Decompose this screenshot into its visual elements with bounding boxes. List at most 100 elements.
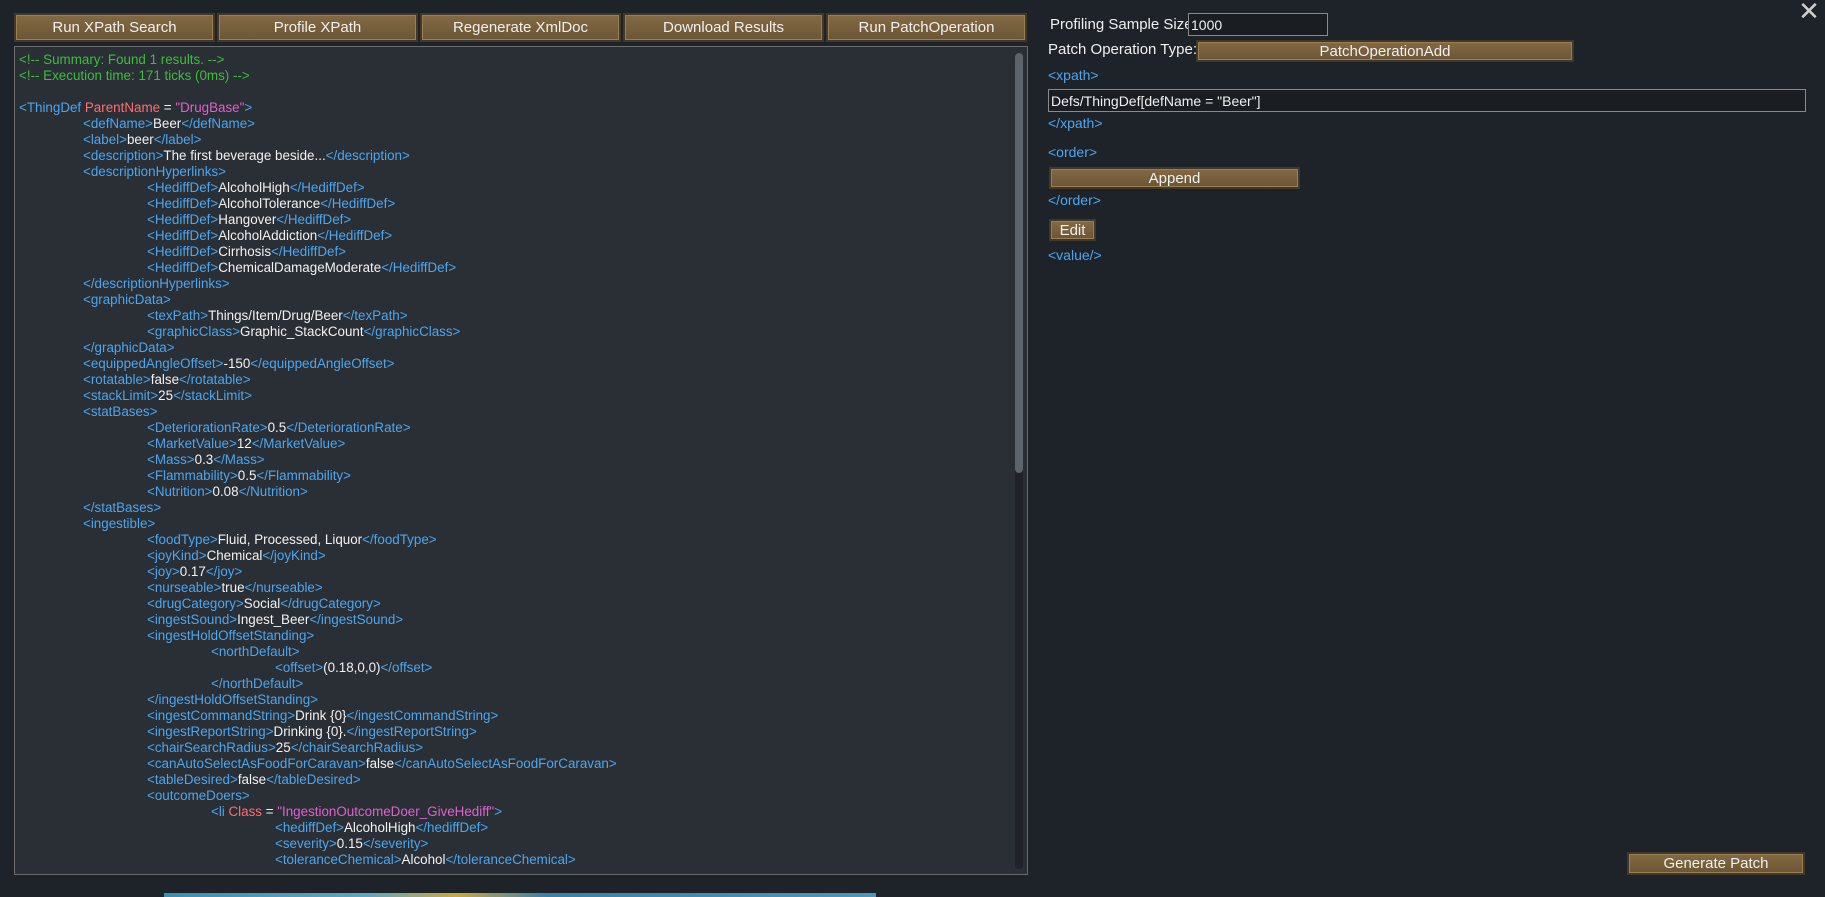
code-token: </defName> [181, 116, 255, 131]
code-token: </Flammability> [256, 468, 351, 483]
code-token: </offset> [380, 660, 433, 675]
code-token: ParentName [84, 100, 161, 115]
code-line: <texPath>Things/Item/Drug/Beer</texPath> [19, 308, 1009, 324]
code-token: Ingest_Beer [237, 612, 310, 627]
code-token: <northDefault> [211, 644, 300, 659]
code-token: <HediffDef> [147, 180, 219, 195]
run-patch-operation-button[interactable]: Run PatchOperation [826, 13, 1027, 42]
code-token: </joyKind> [262, 548, 326, 563]
code-token: </rotatable> [179, 372, 251, 387]
code-token: beer [126, 132, 154, 147]
code-token: <MarketValue> [147, 436, 237, 451]
profile-xpath-button[interactable]: Profile XPath [217, 13, 418, 42]
xml-results-panel[interactable]: <!-- Summary: Found 1 results. --> <!-- E… [14, 46, 1028, 875]
code-token: <joyKind> [147, 548, 207, 563]
code-token: <graphicData> [83, 292, 171, 307]
code-token: Graphic_StackCount [240, 324, 364, 339]
code-line: <description>The first beverage beside..… [19, 148, 1009, 164]
code-token: </HediffDef> [317, 228, 393, 243]
code-token: AlcoholHigh [218, 180, 290, 195]
regenerate-xmldoc-button[interactable]: Regenerate XmlDoc [420, 13, 621, 42]
code-line: <northDefault> [19, 644, 1009, 660]
profiling-sample-size-label: Profiling Sample Size [1050, 16, 1193, 33]
code-line: <Flammability>0.5</Flammability> [19, 468, 1009, 484]
code-token: <canAutoSelectAsFoodForCaravan> [147, 756, 366, 771]
code-token: </foodType> [362, 532, 437, 547]
code-token: <label> [83, 132, 127, 147]
order-close-tag: </order> [1048, 192, 1101, 208]
code-token: Fluid, Processed, Liquor [217, 532, 363, 547]
code-line: <HediffDef>Hangover</HediffDef> [19, 212, 1009, 228]
code-token: "DrugBase" [175, 100, 245, 115]
code-line: <graphicData> [19, 292, 1009, 308]
code-token: <drugCategory> [147, 596, 244, 611]
code-line: <graphicClass>Graphic_StackCount</graphi… [19, 324, 1009, 340]
code-token: </Mass> [213, 452, 265, 467]
close-icon[interactable]: ✕ [1797, 0, 1821, 24]
code-token: <foodType> [147, 532, 218, 547]
code-token: false [365, 756, 395, 771]
code-token: </ingestSound> [309, 612, 404, 627]
code-token: = [160, 100, 176, 115]
code-token: 25 [275, 740, 291, 755]
profiling-sample-size-input[interactable]: 1000 [1188, 13, 1328, 36]
xpath-tool-window: Run XPath Search Profile XPath Regenerat… [0, 0, 1825, 893]
code-token: </canAutoSelectAsFoodForCaravan> [394, 756, 617, 771]
code-line: </descriptionHyperlinks> [19, 276, 1009, 292]
code-line: <ingestHoldOffsetStanding> [19, 628, 1009, 644]
code-line: <Nutrition>0.08</Nutrition> [19, 484, 1009, 500]
code-token: <ingestSound> [147, 612, 238, 627]
code-token: <stackLimit> [83, 388, 159, 403]
code-token: 0.17 [179, 564, 206, 579]
edit-value-button[interactable]: Edit [1049, 219, 1096, 241]
code-token: </hediffDef> [415, 820, 489, 835]
code-line: <stackLimit>25</stackLimit> [19, 388, 1009, 404]
download-results-button[interactable]: Download Results [623, 13, 824, 42]
code-token: Drink {0} [295, 708, 347, 723]
results-scrollbar-thumb[interactable] [1015, 53, 1023, 473]
code-line: <ingestible> [19, 516, 1009, 532]
code-token: </texPath> [342, 308, 408, 323]
code-line: </graphicData> [19, 340, 1009, 356]
code-token: </ingestHoldOffsetStanding> [147, 692, 318, 707]
code-token: true [221, 580, 245, 595]
code-token: 0.3 [194, 452, 214, 467]
patch-operation-type-dropdown[interactable]: PatchOperationAdd [1196, 40, 1574, 62]
code-line: </statBases> [19, 500, 1009, 516]
code-line: <ingestReportString>Drinking {0}.</inges… [19, 724, 1009, 740]
code-token: <nurseable> [147, 580, 222, 595]
run-xpath-search-button[interactable]: Run XPath Search [14, 13, 215, 42]
code-line: <chairSearchRadius>25</chairSearchRadius… [19, 740, 1009, 756]
code-token: </description> [325, 148, 410, 163]
code-token: "IngestionOutcomeDoer_GiveHediff" [277, 804, 495, 819]
generate-patch-button[interactable]: Generate Patch [1627, 852, 1805, 875]
code-token: <equippedAngleOffset> [83, 356, 224, 371]
code-token: </DeteriorationRate> [286, 420, 411, 435]
code-token: </drugCategory> [280, 596, 381, 611]
code-token: <chairSearchRadius> [147, 740, 276, 755]
code-token: <descriptionHyperlinks> [83, 164, 226, 179]
code-token: 12 [236, 436, 252, 451]
xpath-input[interactable]: Defs/ThingDef[defName = "Beer"] [1048, 89, 1806, 112]
xpath-close-tag: </xpath> [1048, 115, 1103, 131]
code-line: <foodType>Fluid, Processed, Liquor</food… [19, 532, 1009, 548]
order-open-tag: <order> [1048, 144, 1098, 160]
code-line: </northDefault> [19, 676, 1009, 692]
code-token: </chairSearchRadius> [290, 740, 424, 755]
code-token: 25 [158, 388, 174, 403]
code-token: </MarketValue> [251, 436, 346, 451]
code-token: <HediffDef> [147, 260, 219, 275]
code-token: <Mass> [147, 452, 195, 467]
results-scrollbar[interactable] [1015, 53, 1023, 869]
code-line: <!-- Summary: Found 1 results. --> [19, 52, 1009, 68]
code-token: <texPath> [147, 308, 209, 323]
code-token: <outcomeDoers> [147, 788, 250, 803]
code-token: Class [228, 804, 262, 819]
order-dropdown[interactable]: Append [1049, 167, 1300, 189]
code-token: </HediffDef> [271, 244, 346, 259]
code-line: <DeteriorationRate>0.5</DeteriorationRat… [19, 420, 1009, 436]
code-line: <descriptionHyperlinks> [19, 164, 1009, 180]
xpath-open-tag: <xpath> [1048, 67, 1099, 83]
code-token: </graphicData> [83, 340, 175, 355]
code-token: <ingestCommandString> [147, 708, 296, 723]
